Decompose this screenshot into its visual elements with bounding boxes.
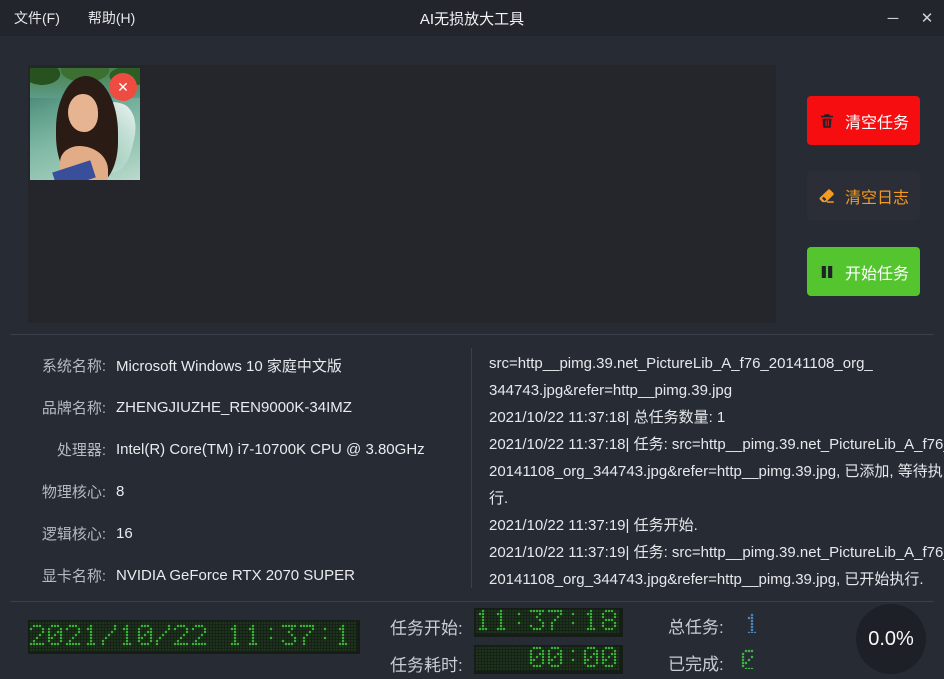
completed-label: 已完成: [668, 650, 724, 675]
info-value: 8 [116, 483, 124, 500]
info-row-logical-cores: 逻辑核心: 16 [28, 523, 133, 543]
clear-logs-button[interactable]: 清空日志 [807, 171, 920, 220]
task-elapsed-label: 任务耗时: [390, 651, 463, 676]
app-window: 文件(F) 帮助(H) AI无损放大工具 ─ ✕ ✕ 清空任务 清空日志 [0, 0, 944, 679]
info-value: NVIDIA GeForce RTX 2070 SUPER [116, 567, 355, 584]
log-line: 2021/10/22 11:37:19| 任务: src=http__pimg.… [489, 539, 944, 566]
divider [10, 601, 934, 602]
menu-file[interactable]: 文件(F) [0, 0, 74, 36]
info-row-physical-cores: 物理核心: 8 [28, 481, 124, 501]
window-controls: ─ ✕ [876, 0, 944, 36]
start-tasks-button[interactable]: 开始任务 [807, 247, 920, 296]
info-row-gpu: 显卡名称: NVIDIA GeForce RTX 2070 SUPER [28, 565, 355, 585]
led-clock-display [28, 620, 360, 654]
info-row-os: 系统名称: Microsoft Windows 10 家庭中文版 [28, 355, 342, 375]
task-start-label: 任务开始: [390, 614, 463, 639]
info-label: 显卡名称: [28, 565, 106, 586]
pause-icon [818, 263, 836, 281]
log-line: 20141108_org_344743.jpg&refer=http__pimg… [489, 566, 944, 592]
log-line: 行. [489, 485, 944, 512]
close-icon[interactable]: ✕ [910, 0, 944, 36]
led-total-tasks-value [743, 612, 760, 633]
progress-indicator: 0.0% [856, 604, 926, 674]
delete-task-icon[interactable]: ✕ [109, 73, 137, 101]
info-label: 物理核心: [28, 481, 106, 502]
task-list-panel: ✕ [28, 65, 776, 323]
clear-tasks-button[interactable]: 清空任务 [807, 96, 920, 145]
menu-help[interactable]: 帮助(H) [74, 0, 149, 36]
eraser-icon [818, 187, 836, 205]
led-task-elapsed-display [474, 645, 623, 674]
info-row-brand: 品牌名称: ZHENGJIUZHE_REN9000K-34IMZ [28, 397, 352, 417]
log-line: 2021/10/22 11:37:18| 任务: src=http__pimg.… [489, 431, 944, 458]
total-tasks-label: 总任务: [668, 613, 724, 638]
info-label: 系统名称: [28, 355, 106, 376]
info-label: 品牌名称: [28, 397, 106, 418]
info-label: 处理器: [28, 439, 106, 460]
thumbnail-art [68, 94, 98, 132]
divider [471, 348, 472, 588]
log-line: 2021/10/22 11:37:18| 总任务数量: 1 [489, 404, 944, 431]
info-row-cpu: 处理器: Intel(R) Core(TM) i7-10700K CPU @ 3… [28, 439, 425, 459]
info-value: Microsoft Windows 10 家庭中文版 [116, 355, 342, 376]
info-label: 逻辑核心: [28, 523, 106, 544]
start-tasks-label: 开始任务 [845, 260, 909, 284]
clear-tasks-label: 清空任务 [845, 109, 909, 133]
clear-logs-label: 清空日志 [845, 184, 909, 208]
minimize-icon[interactable]: ─ [876, 0, 910, 36]
trash-icon [818, 112, 836, 130]
info-value: Intel(R) Core(TM) i7-10700K CPU @ 3.80GH… [116, 441, 425, 458]
info-value: 16 [116, 525, 133, 542]
progress-percent: 0.0% [868, 628, 914, 651]
title-bar: 文件(F) 帮助(H) AI无损放大工具 ─ ✕ [0, 0, 944, 36]
led-task-start-display [474, 608, 623, 637]
log-panel[interactable]: src=http__pimg.39.net_PictureLib_A_f76_2… [489, 350, 944, 592]
info-value: ZHENGJIUZHE_REN9000K-34IMZ [116, 399, 352, 416]
log-line: src=http__pimg.39.net_PictureLib_A_f76_2… [489, 350, 944, 377]
log-line: 344743.jpg&refer=http__pimg.39.jpg [489, 377, 944, 404]
led-completed-value [740, 648, 757, 669]
divider [10, 334, 934, 335]
log-line: 2021/10/22 11:37:19| 任务开始. [489, 512, 944, 539]
log-line: 20141108_org_344743.jpg&refer=http__pimg… [489, 458, 944, 485]
